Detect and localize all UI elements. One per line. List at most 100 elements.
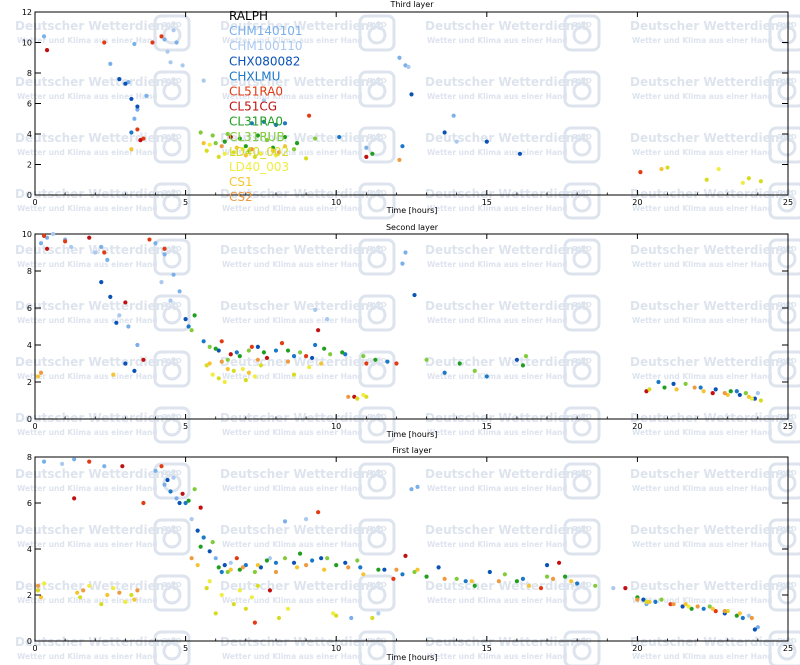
point-chm100110 [165,49,170,54]
point-cl51cg [180,491,185,496]
watermark-tile: DWDDeutscher WetterdienstWetter und Klim… [15,350,191,388]
point-cs2 [550,576,556,582]
watermark-line2: Wetter und Klima aus einer Hand [222,204,363,213]
point-chx080082 [123,361,128,366]
point-cs1 [294,565,300,570]
point-cl51ra0 [87,459,92,464]
legend-entry-chxlmu: CHXLMU [229,69,280,83]
watermark-line1: Deutscher Wetterdienst [425,411,587,425]
first-layer-y-axis: 0 2 4 6 8 [27,453,788,646]
watermark-tile: DWDDeutscher WetterdienstWetter und Klim… [630,14,800,52]
point-chxlmu [701,606,706,611]
point-chm140101 [177,289,182,294]
watermark-line2: Wetter und Klima aus einer Hand [222,428,363,437]
point-chxlmu [273,560,279,565]
watermark-line1: Deutscher Wetterdienst [425,299,587,313]
point-chm100110 [168,60,173,65]
watermark-line2: Wetter und Klima aus einer Hand [427,36,568,45]
first-layer-y-tick-label: 0 [27,637,32,646]
point-cl51ra0 [102,40,107,45]
point-ld40-003 [207,579,212,584]
point-chxlmu [656,379,661,385]
third-layer-title: Third layer [389,0,434,9]
point-cl31rub [683,381,688,386]
point-ld40-003 [222,379,227,385]
point-cl51cg [710,391,715,396]
point-cl31rub [472,368,477,373]
second-layer-x-tick-label: 10 [331,422,341,431]
watermark-line1: Deutscher Wetterdienst [220,355,382,369]
point-cl31ra0 [373,357,378,362]
point-cs1 [737,611,742,616]
point-ld40-002 [291,372,297,377]
third-layer-y-tick-label: 2 [27,161,32,170]
point-cl31ra0 [457,361,462,366]
legend-entry-chm100110: CHM100110 [229,39,303,53]
second-layer-x-tick-label: 25 [783,422,793,431]
watermark-line2: Wetter und Klima aus einer Hand [17,540,158,549]
point-ld40-003 [306,365,312,370]
point-cl31ra0 [376,567,381,572]
legend-entry-cs1: CS1 [229,175,253,189]
point-chm100110 [69,244,74,250]
point-cs2 [81,588,86,593]
watermark-line1: Deutscher Wetterdienst [425,523,587,537]
watermark-line1: Deutscher Wetterdienst [15,299,177,313]
watermark-line1: Deutscher Wetterdienst [15,19,177,33]
point-cl31rub [210,133,215,138]
point-cs1 [322,567,327,572]
point-cl31ra0 [237,354,242,359]
point-cl51cg [267,588,273,593]
watermark-line1: Deutscher Wetterdienst [630,75,792,89]
watermark-line2: Wetter und Klima aus einer Hand [222,260,363,269]
point-cl51ra0 [249,344,254,349]
watermark-line1: Deutscher Wetterdienst [630,635,792,649]
point-cl31rub [282,556,288,561]
point-cs2 [346,565,351,570]
point-chx080082 [123,81,128,86]
point-ld40-002 [647,387,652,392]
point-chx080082 [517,151,523,156]
legend-entry-chx080082: CHX080082 [229,54,300,68]
point-chx080082 [409,92,414,97]
point-cl31rub [313,136,318,141]
point-chm140101 [162,482,167,487]
watermark-line2: Wetter und Klima aus einer Hand [427,260,568,269]
watermark-line2: Wetter und Klima aus einer Hand [632,36,773,45]
point-chm100110 [406,64,411,69]
point-chm100110 [376,611,381,616]
second-layer-x-tick-label: 5 [183,422,188,431]
point-cl31ra0 [662,385,667,390]
point-chm140101 [349,615,354,621]
point-chm100110 [611,586,616,591]
point-cl31ra0 [728,389,733,394]
point-chm140101 [99,244,104,250]
watermark-line2: Wetter und Klima aus einer Hand [17,428,158,437]
point-cs1 [415,567,420,572]
point-cs1 [111,372,116,377]
point-cl31rub [198,130,203,135]
point-cl31ra0 [222,139,227,144]
point-chx080082 [165,477,170,483]
point-ld40-003 [285,606,291,611]
point-ld40-003 [740,180,745,185]
point-cs2 [496,579,501,584]
watermark-tile: DWDDeutscher WetterdienstWetter und Klim… [425,238,601,276]
first-layer-y-tick-label: 6 [27,499,32,508]
first-layer-x-tick-label: 15 [482,644,492,653]
watermark-tile: DWDDeutscher WetterdienstWetter und Klim… [630,70,800,108]
point-chm140101 [282,519,288,524]
watermark-tile: DWDDeutscher WetterdienstWetter und Klim… [15,630,191,665]
watermark-line1: Deutscher Wetterdienst [15,355,177,369]
watermark-line1: Deutscher Wetterdienst [220,635,382,649]
point-chm140101 [171,272,176,277]
point-cl31rub [246,348,251,353]
point-cs1 [38,595,44,600]
point-chm100110 [755,391,760,396]
watermark-line2: Wetter und Klima aus einer Hand [222,652,363,661]
point-ld40-002 [231,602,236,607]
point-cl31rub [544,574,550,579]
watermark-line2: Wetter und Klima aus einer Hand [427,148,568,157]
watermark-line1: Deutscher Wetterdienst [220,467,382,481]
point-cl31ra0 [198,544,203,549]
